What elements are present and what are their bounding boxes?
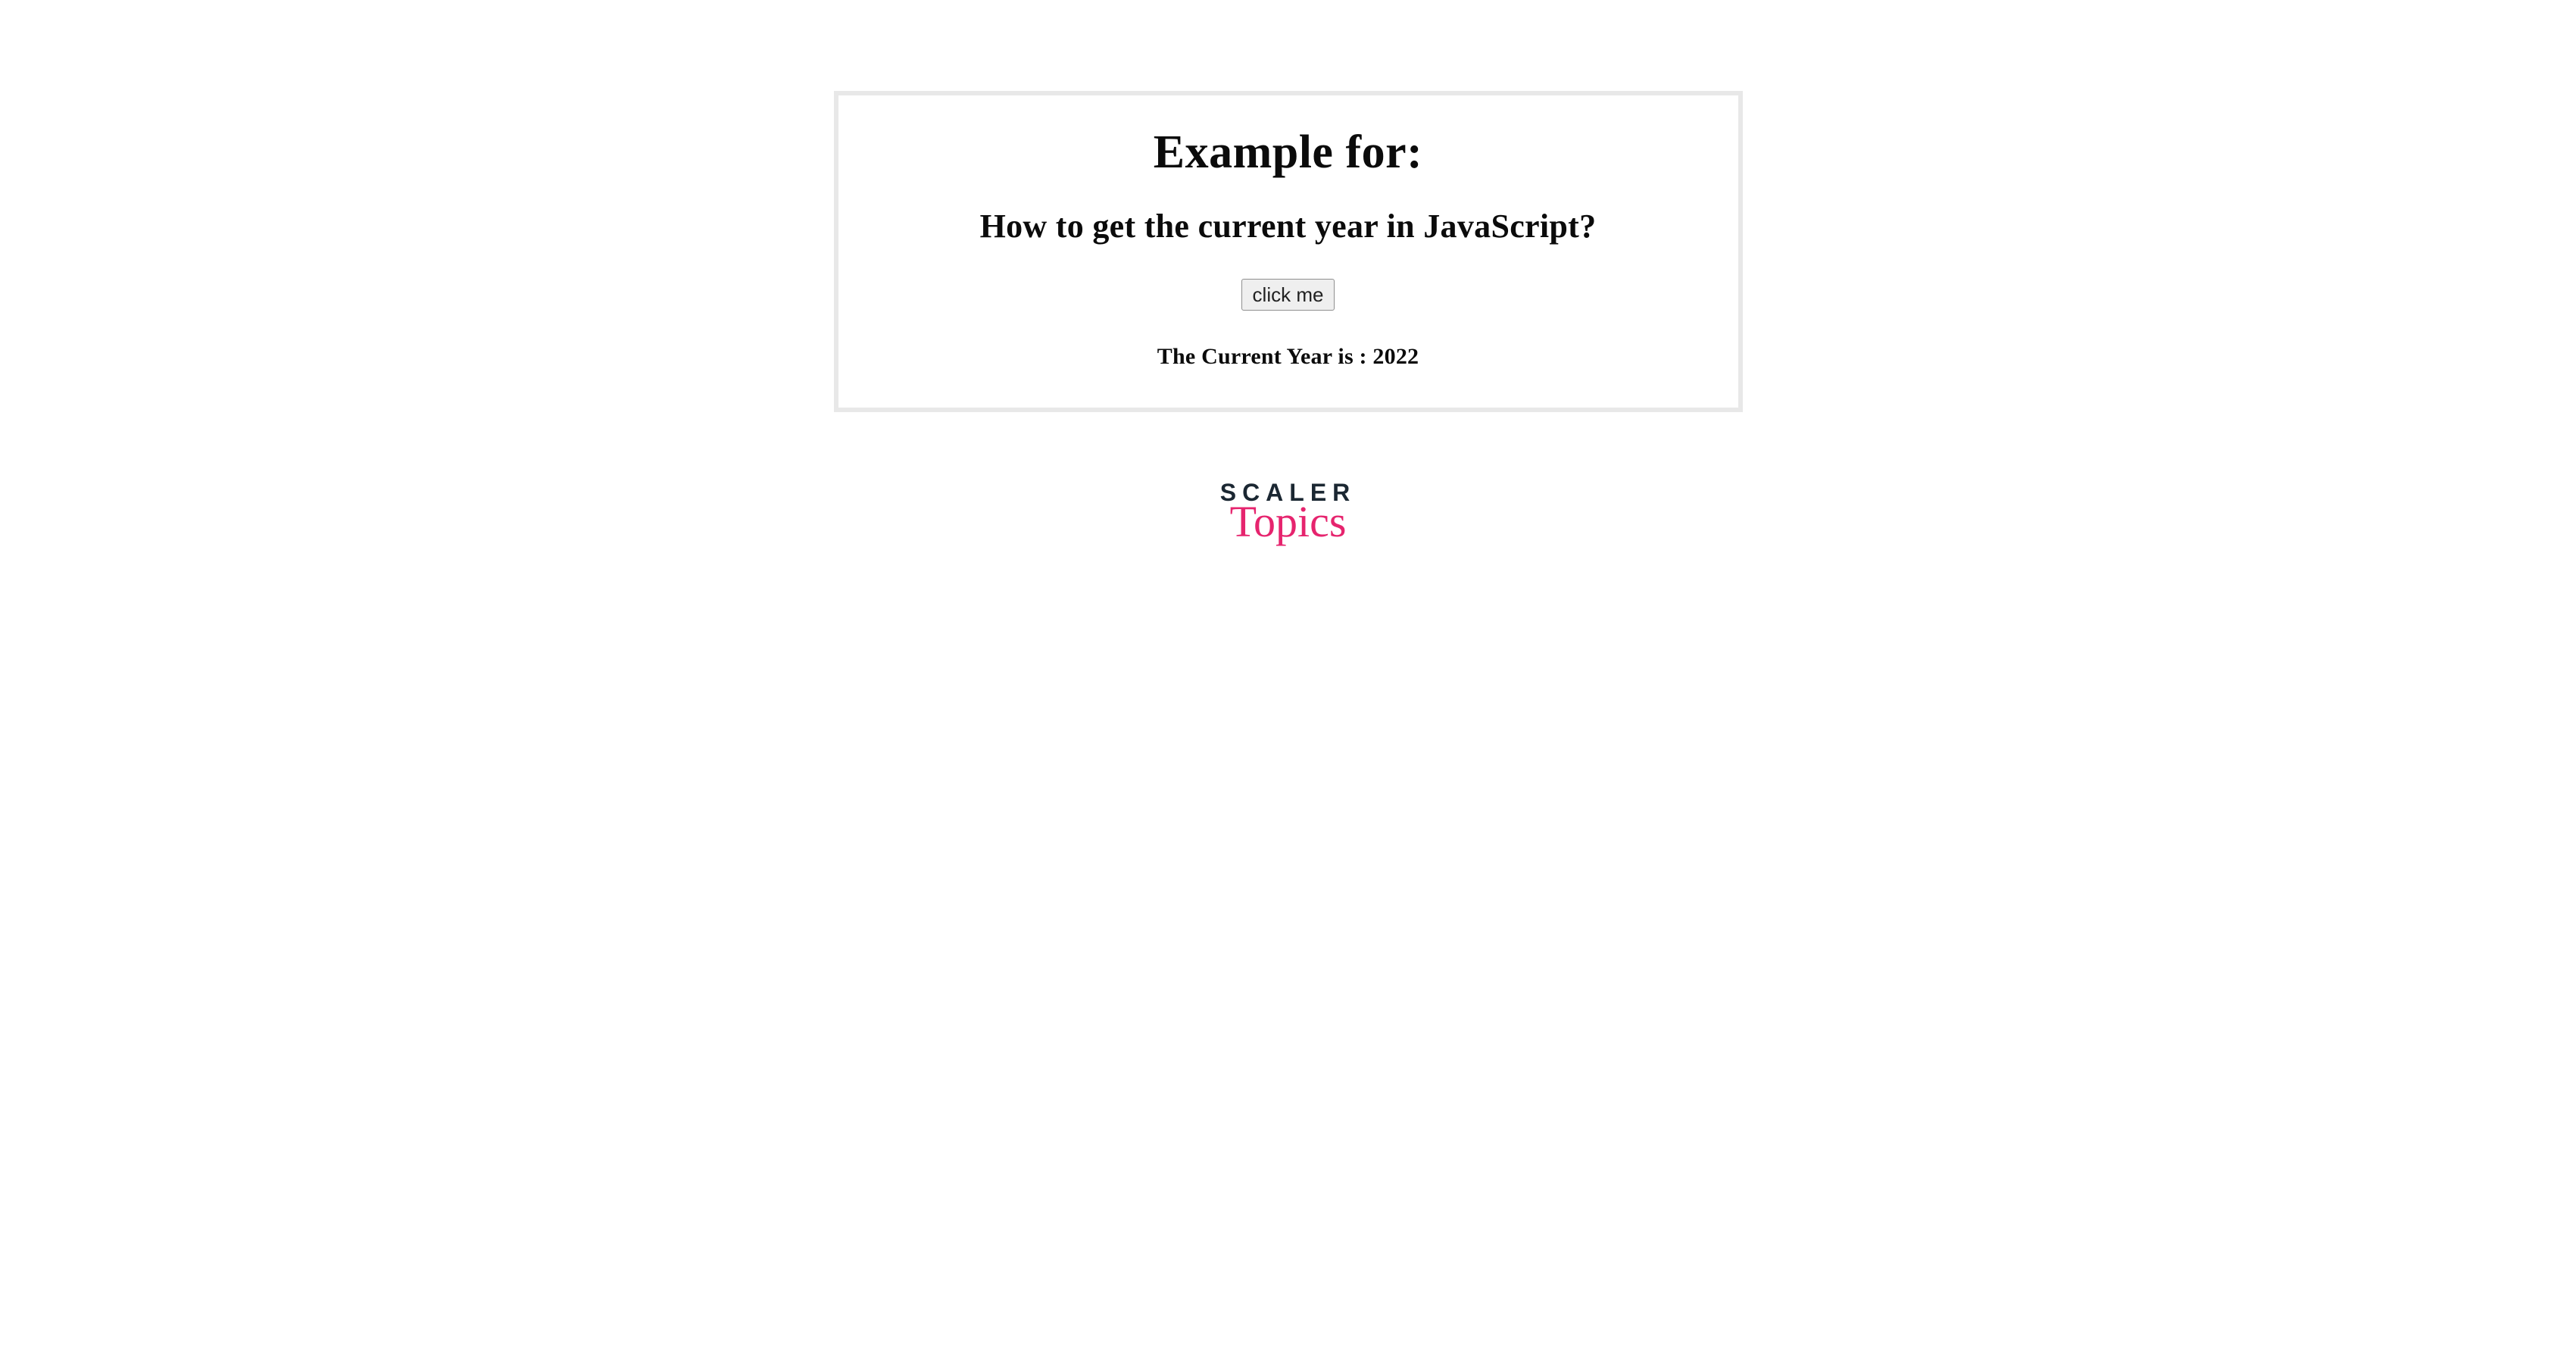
click-me-button[interactable]: click me [1241,279,1335,311]
scaler-topics-logo: SCALER Topics [1220,480,1357,544]
logo-bottom-word: Topics [1220,500,1357,544]
example-subtitle: How to get the current year in JavaScrip… [869,207,1708,245]
result-text: The Current Year is : 2022 [869,344,1708,370]
example-title: Example for: [869,126,1708,180]
example-box: Example for: How to get the current year… [834,91,1743,412]
